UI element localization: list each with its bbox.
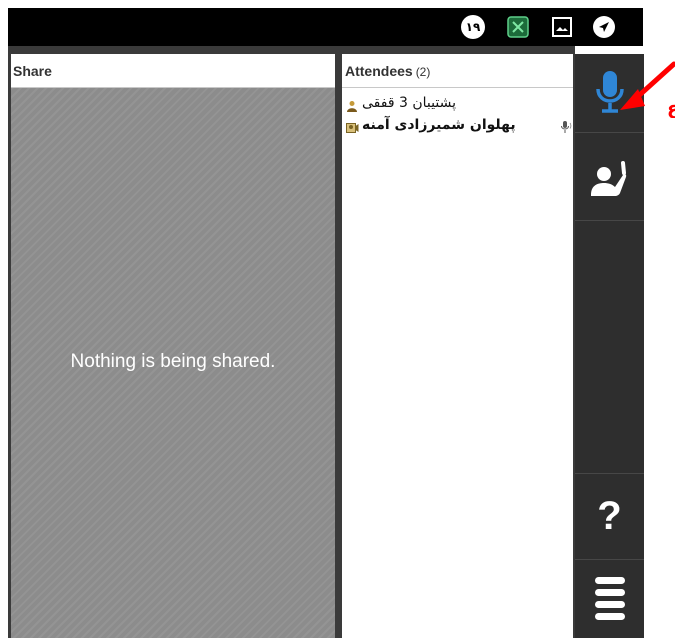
menu-button[interactable] xyxy=(575,560,644,638)
raise-hand-icon xyxy=(590,161,626,196)
help-button[interactable]: ? xyxy=(575,474,644,558)
annotation-label: ع xyxy=(667,98,675,118)
speaking-mic-icon xyxy=(560,119,572,133)
share-title: Share xyxy=(13,63,52,79)
notification-badge-icon: ١٩ xyxy=(460,14,486,40)
attendee-name: پهلوان شمیرزادی آمنه xyxy=(362,117,516,133)
attendee-name: پشتیبان 3 قفقی xyxy=(362,95,456,111)
help-icon: ? xyxy=(597,493,622,538)
toolbar-divider xyxy=(575,132,644,133)
attendees-header: Attendees (2) xyxy=(342,54,573,88)
annotation-arrow-icon: ع xyxy=(620,61,675,118)
gallery-icon xyxy=(549,14,575,40)
raise-hand-button[interactable] xyxy=(575,134,644,220)
attendees-title-label: Attendees xyxy=(345,63,413,79)
notification-count: ١٩ xyxy=(461,15,485,39)
share-panel: Share Nothing is being shared. xyxy=(11,54,335,638)
side-toolbar: ? xyxy=(575,54,644,638)
attendee-row[interactable]: پهلوان شمیرزادی آمنه xyxy=(342,116,573,136)
app-icon xyxy=(505,14,531,40)
share-header: Share xyxy=(11,54,335,88)
navigation-icon xyxy=(591,14,617,40)
hamburger-menu-icon xyxy=(594,577,625,620)
share-empty-message: Nothing is being shared. xyxy=(70,351,276,372)
presenter-icon xyxy=(346,97,358,112)
attendee-row[interactable]: پشتیبان 3 قفقی xyxy=(342,94,573,114)
toolbar-divider xyxy=(575,220,644,221)
attendees-title: Attendees (2) xyxy=(345,63,430,79)
user-webcam-icon xyxy=(346,119,359,133)
status-bar: ١٩ xyxy=(8,8,643,46)
attendees-count: (2) xyxy=(415,65,431,79)
attendees-panel: Attendees (2) پشتیبان 3 قفقی پهلوان شمیرز… xyxy=(342,54,573,638)
